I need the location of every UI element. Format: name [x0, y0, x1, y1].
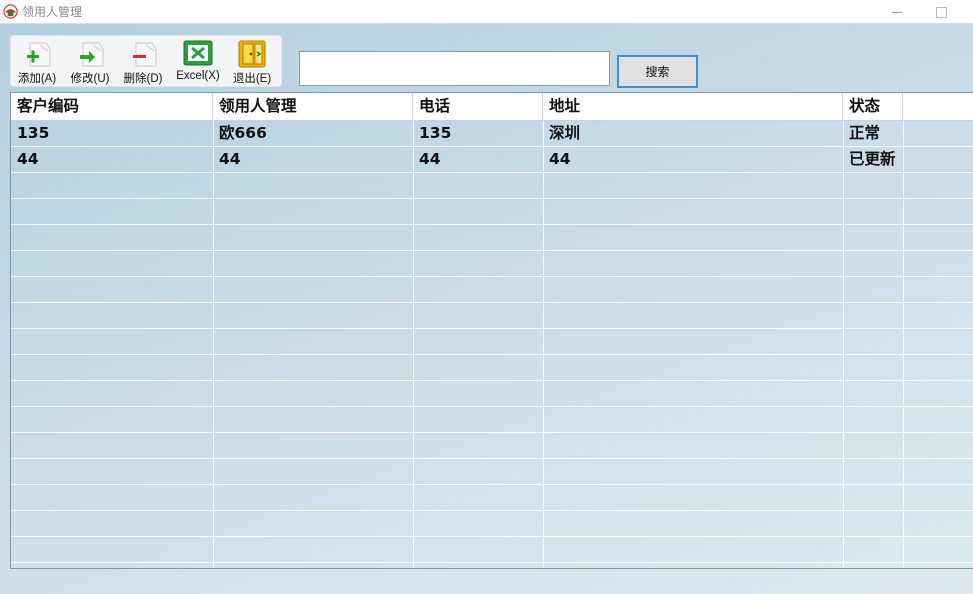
column-header-status[interactable]: 状态 — [843, 93, 903, 121]
exit-button-label: 退出(E) — [232, 73, 272, 85]
cell-recipient[interactable]: 欧666 — [213, 121, 413, 147]
cell-status[interactable]: 正常 — [843, 121, 923, 147]
cell-recipient[interactable]: 44 — [213, 147, 413, 173]
excel-button-label: Excel(X) — [176, 70, 220, 82]
empty-row — [11, 329, 973, 355]
empty-row — [11, 407, 973, 433]
search-input[interactable] — [299, 51, 610, 86]
column-header-phone[interactable]: 电话 — [413, 93, 543, 121]
empty-row — [11, 277, 973, 303]
column-header-customer-code[interactable]: 客户编码 — [11, 93, 213, 121]
window-title: 领用人管理 — [22, 5, 83, 19]
table-row[interactable]: 135 欧666 135 深圳 正常 — [11, 121, 973, 147]
empty-row — [11, 199, 973, 225]
column-header-recipient[interactable]: 领用人管理 — [213, 93, 413, 121]
add-button[interactable]: 添加(A) — [15, 36, 59, 86]
edit-button[interactable]: 修改(U) — [67, 36, 113, 86]
table-row[interactable]: 44 44 44 44 已更新 — [11, 147, 973, 173]
empty-row — [11, 355, 973, 381]
empty-row — [11, 511, 973, 537]
delete-icon — [133, 42, 157, 67]
data-grid[interactable]: 客户编码 领用人管理 电话 地址 状态 135 欧666 135 深圳 正常 4… — [10, 92, 973, 569]
empty-row — [11, 485, 973, 511]
minimize-button[interactable] — [874, 0, 920, 24]
cell-customer-code[interactable]: 44 — [11, 147, 213, 173]
empty-row — [11, 381, 973, 407]
cell-phone[interactable]: 44 — [413, 147, 543, 173]
cell-status[interactable]: 已更新 — [843, 147, 923, 173]
empty-row — [11, 173, 973, 199]
search-button[interactable]: 搜索 — [617, 55, 698, 88]
empty-row — [11, 225, 973, 251]
title-bar: 领用人管理 — [0, 0, 973, 24]
delete-button-label: 删除(D) — [123, 73, 163, 85]
empty-row — [11, 433, 973, 459]
empty-row — [11, 303, 973, 329]
cell-address[interactable]: 深圳 — [543, 121, 843, 147]
cell-phone[interactable]: 135 — [413, 121, 543, 147]
cell-address[interactable]: 44 — [543, 147, 843, 173]
edit-button-label: 修改(U) — [70, 73, 110, 85]
maximize-button[interactable] — [918, 0, 964, 24]
add-icon — [27, 42, 51, 67]
cell-customer-code[interactable]: 135 — [11, 121, 213, 147]
grid-header: 客户编码 领用人管理 电话 地址 状态 — [11, 93, 973, 121]
empty-row — [11, 251, 973, 277]
column-header-address[interactable]: 地址 — [543, 93, 843, 121]
exit-button[interactable]: 退出(E) — [230, 36, 274, 86]
excel-button[interactable]: Excel(X) — [173, 36, 223, 86]
exit-icon — [238, 40, 266, 68]
app-logo-icon — [3, 4, 18, 19]
add-button-label: 添加(A) — [17, 73, 57, 85]
toolbar: 添加(A) 修改(U) 删除(D) Excel(X) 退出(E) — [11, 36, 281, 86]
edit-icon — [80, 42, 104, 67]
excel-icon — [183, 40, 213, 66]
empty-row — [11, 459, 973, 485]
empty-row — [11, 537, 973, 563]
delete-button[interactable]: 删除(D) — [120, 36, 166, 86]
